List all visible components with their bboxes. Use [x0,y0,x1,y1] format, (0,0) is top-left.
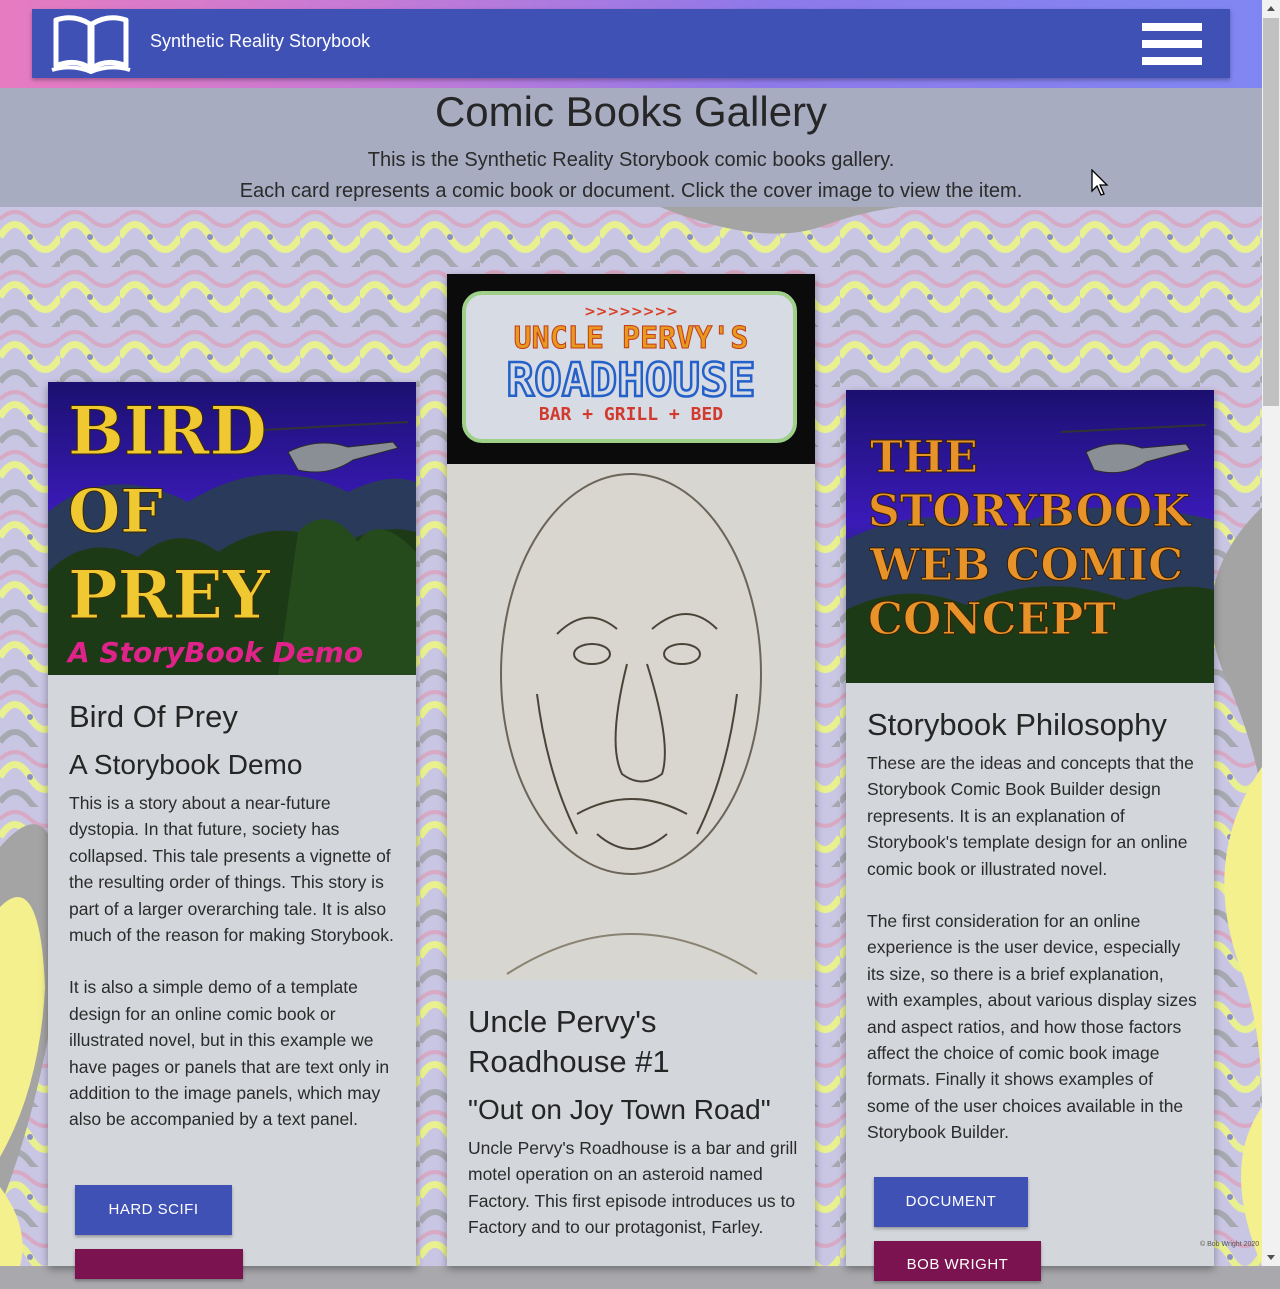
card-title: Storybook Philosophy [867,707,1167,742]
page-header: Comic Books Gallery This is the Syntheti… [0,88,1262,207]
brand-title[interactable]: Synthetic Reality Storybook [150,31,370,52]
card-subtitle: A Storybook Demo [69,749,303,780]
page-title: Comic Books Gallery [434,88,828,135]
cover-line3: PREY [68,556,271,634]
comic-card-uncle-pervys-roadhouse: >>>>>>>> UNCLE PERVY'S ROADHOUSE BAR + G… [447,274,815,1266]
card-description-2: The first consideration for an online ex… [867,911,1197,1143]
open-book-icon[interactable] [50,14,132,74]
comic-card-storybook-philosophy: THE STORYBOOK WEB COMIC CONCEPT Storyboo… [846,390,1214,1281]
header-description-line1: This is the Synthetic Reality Storybook … [367,149,895,171]
mouse-cursor-icon [1091,169,1109,196]
cover-line4: CONCEPT [868,594,1116,645]
cover-line3: WEB COMIC [869,540,1183,591]
author-button-bob-wright[interactable]: BOB WRIGHT [874,1241,1041,1281]
cover-line2: STORYBOOK [868,486,1192,537]
bird-of-prey-cover-image[interactable]: BIRD OF PREY A StoryBook Demo [48,382,416,675]
cover-line1: THE [870,432,978,483]
card-title: Bird Of Prey [69,699,238,734]
cover-arrows: >>>>>>>> [584,304,678,320]
scroll-up-arrow-icon[interactable] [1265,3,1277,15]
card-description-1: This is a story about a near-future dyst… [69,793,394,946]
scroll-down-arrow-icon[interactable] [1265,1251,1277,1263]
cover-tagline: A StoryBook Demo [66,636,363,669]
card-description-2: It is also a simple demo of a template d… [69,977,390,1130]
cover-line3: BAR + GRILL + BED [539,404,723,425]
hamburger-menu-icon[interactable] [1142,21,1202,67]
comic-card-bird-of-prey: BIRD OF PREY A StoryBook Demo Bird Of Pr… [48,382,416,1279]
cover-line2: OF [68,477,163,547]
header-description-line2: Each card represents a comic book or doc… [239,180,1023,202]
cover-line1: BIRD [68,392,267,470]
navbar: Synthetic Reality Storybook [32,9,1230,78]
cover-line2: ROADHOUSE [506,353,755,407]
card-title: Uncle Pervy's Roadhouse #1 [468,1004,670,1079]
author-button[interactable] [75,1249,243,1279]
genre-button-hard-scifi[interactable]: HARD SCIFI [75,1185,232,1235]
scrollbar-thumb[interactable] [1263,18,1279,406]
card-description-1: These are the ideas and concepts that th… [867,753,1194,879]
roadhouse-cover-image[interactable]: >>>>>>>> UNCLE PERVY'S ROADHOUSE BAR + G… [447,274,815,980]
card-description-1: Uncle Pervy's Roadhouse is a bar and gri… [468,1138,798,1238]
type-button-document[interactable]: DOCUMENT [874,1177,1028,1227]
cover-line1: UNCLE PERVY'S [514,321,749,356]
copyright-notice: © Bob Wright 2020 [1200,1241,1260,1248]
storybook-concept-cover-image[interactable]: THE STORYBOOK WEB COMIC CONCEPT [846,390,1214,683]
card-subtitle: "Out on Joy Town Road" [468,1094,771,1125]
